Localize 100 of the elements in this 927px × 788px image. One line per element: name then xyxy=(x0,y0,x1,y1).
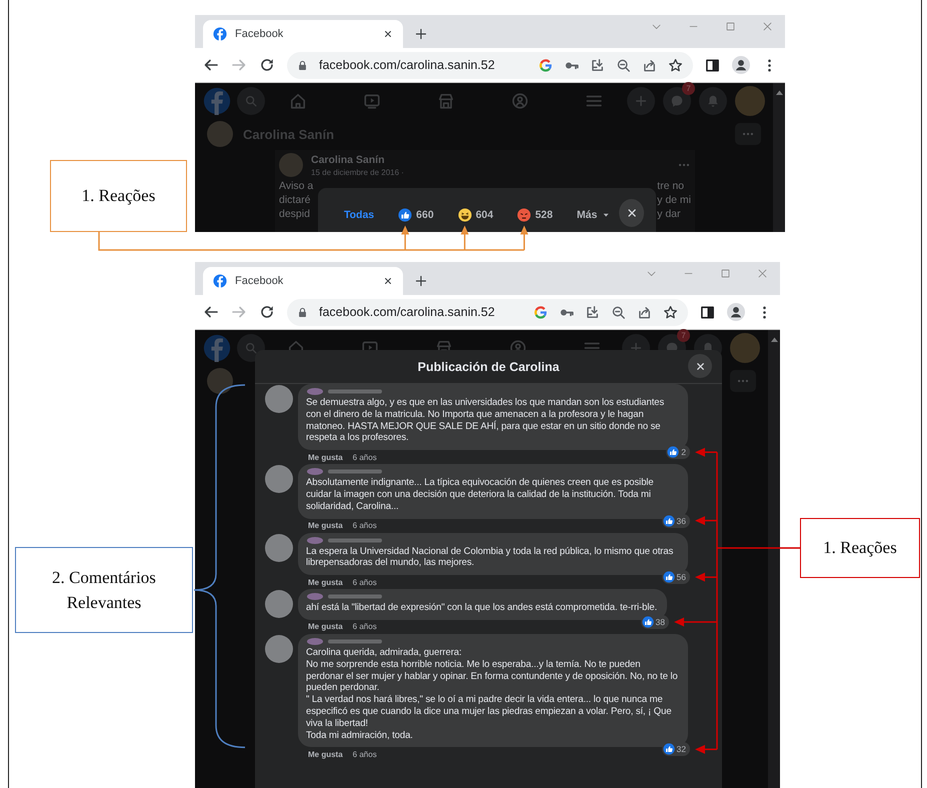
create-icon xyxy=(634,94,648,108)
video-icon[interactable] xyxy=(363,92,381,110)
reaction-tab[interactable]: Todas xyxy=(336,188,382,232)
search-icon xyxy=(244,341,258,355)
like-link[interactable]: Me gusta xyxy=(308,452,343,462)
new-tab-icon[interactable] xyxy=(415,28,427,40)
share-icon[interactable] xyxy=(637,304,652,320)
dialog-title: Publicación de Carolina xyxy=(418,360,560,374)
close-button[interactable] xyxy=(688,354,712,378)
like-link[interactable]: Me gusta xyxy=(308,622,343,632)
like-reaction-icon xyxy=(662,743,675,756)
scrollbar[interactable] xyxy=(768,330,780,788)
messenger-button[interactable] xyxy=(663,87,691,115)
reaction-count[interactable]: 32 xyxy=(662,742,690,756)
angry-reaction-icon xyxy=(517,208,532,222)
avatar xyxy=(265,590,293,618)
logo-icon xyxy=(213,274,227,288)
avatar xyxy=(207,121,233,147)
scroll-up-icon[interactable] xyxy=(774,89,784,96)
search-icon xyxy=(244,94,258,108)
home-icon[interactable] xyxy=(289,92,307,110)
avatar xyxy=(265,385,293,413)
more-button[interactable] xyxy=(730,370,756,392)
close-icon xyxy=(694,360,706,372)
reaction-count[interactable]: 38 xyxy=(640,614,670,629)
avatar xyxy=(265,634,293,663)
annotation-label: 1. Reações xyxy=(800,518,920,578)
avatar xyxy=(265,465,293,494)
comment-text: Absolutamente indignante... La típica equivocación de quienes creen que es posible cuidar la imagen con una decisión que deteriora la calidad de la institución. Toda mi solidaridad, Carolina... xyxy=(306,477,655,513)
reaction-tab[interactable]: 604 xyxy=(450,188,502,232)
logo-icon[interactable] xyxy=(203,87,231,115)
comment-text: Se demuestra algo, y es que en las universidades los que mandan son los estudiantes con el dinero de la matricula. No Importa que amenacen a la profesora y le hagan matoneo. HASTA MEJOR QUE SALE DE AHÍ, para que estar en un sitio donde no se respeta a los profesores. xyxy=(306,397,666,444)
close-button[interactable] xyxy=(619,199,644,227)
reload-icon[interactable] xyxy=(259,57,275,73)
post-text: Aviso a xyxy=(279,179,314,193)
post-author: Carolina Sanín xyxy=(311,154,386,166)
install-icon[interactable] xyxy=(590,58,605,72)
avatar[interactable] xyxy=(730,333,760,363)
notifications-icon xyxy=(706,94,720,108)
like-reaction-icon xyxy=(642,616,654,628)
annotation-label: 2. Comentários Relevantes xyxy=(15,547,193,633)
maximize-icon[interactable] xyxy=(720,268,731,279)
reaction-count[interactable]: 56 xyxy=(662,570,690,584)
reaction-tab[interactable]: 660 xyxy=(390,188,442,232)
scrollbar[interactable] xyxy=(773,83,785,232)
star-icon[interactable] xyxy=(668,58,683,72)
close-icon[interactable] xyxy=(383,29,393,39)
store-icon[interactable] xyxy=(437,92,455,110)
close-icon[interactable] xyxy=(383,276,393,286)
install-icon[interactable] xyxy=(585,304,600,320)
share-icon[interactable] xyxy=(642,58,657,72)
google-icon[interactable] xyxy=(538,58,553,72)
new-tab-icon[interactable] xyxy=(415,275,427,287)
address-bar[interactable]: facebook.com/carolina.sanin.52 xyxy=(287,52,693,78)
avatar[interactable] xyxy=(735,86,765,116)
like-link[interactable]: Me gusta xyxy=(308,750,343,759)
scroll-up-icon[interactable] xyxy=(770,336,778,343)
post-text: tre no xyxy=(657,179,684,193)
post-text: dictaré xyxy=(279,193,312,207)
zoom-icon[interactable] xyxy=(616,58,631,72)
groups-icon[interactable] xyxy=(511,92,529,110)
address-bar[interactable]: facebook.com/carolina.sanin.52 xyxy=(287,298,688,326)
post-text: y dar xyxy=(657,207,680,221)
logo-icon[interactable] xyxy=(203,334,231,362)
post-date: 15 de diciembre de 2016 · xyxy=(311,168,405,176)
close-icon xyxy=(626,207,638,219)
browser-tab[interactable]: Facebook xyxy=(203,20,403,48)
side-panel-icon[interactable] xyxy=(705,58,720,72)
profile-icon[interactable] xyxy=(732,56,750,74)
like-link[interactable]: Me gusta xyxy=(308,521,343,530)
zoom-icon[interactable] xyxy=(611,304,626,320)
notifications-button[interactable] xyxy=(699,87,727,115)
post-text: despid xyxy=(279,207,311,221)
create-button[interactable] xyxy=(627,87,655,115)
like-reaction-icon xyxy=(662,514,675,527)
reload-icon[interactable] xyxy=(259,304,275,320)
back-icon[interactable] xyxy=(203,57,219,73)
more-button[interactable] xyxy=(735,123,761,145)
comment-text: La espera la Universidad Nacional de Colombia y toda la red pública, lo mismo que otras librepensadoras del mundo, las mejores. xyxy=(306,546,674,570)
url-text: facebook.com/carolina.sanin.52 xyxy=(319,305,496,319)
reaction-tab[interactable]: 528 xyxy=(509,188,561,232)
like-link[interactable]: Me gusta xyxy=(308,578,343,587)
comment-age: 6 años xyxy=(352,622,377,632)
search-button[interactable] xyxy=(237,87,265,115)
browser-tab[interactable]: Facebook xyxy=(203,267,403,295)
comment-age: 6 años xyxy=(352,452,377,462)
forward-icon[interactable] xyxy=(231,304,247,320)
back-icon[interactable] xyxy=(203,304,219,320)
profile-icon[interactable] xyxy=(727,303,745,321)
forward-icon[interactable] xyxy=(231,57,247,73)
star-icon[interactable] xyxy=(663,304,678,320)
google-icon[interactable] xyxy=(533,304,548,320)
haha-reaction-icon xyxy=(458,208,472,222)
side-panel-icon[interactable] xyxy=(700,304,715,320)
lock-icon xyxy=(297,60,308,70)
maximize-icon[interactable] xyxy=(725,21,736,32)
reaction-count[interactable]: 36 xyxy=(662,514,690,528)
comment-text: ahí está la "libertad de expresión" con la que los andes está comprometida. te-rri-ble. xyxy=(306,602,658,614)
reaction-count[interactable]: 2 xyxy=(666,445,690,460)
reaction-tab[interactable]: Más xyxy=(568,188,620,232)
